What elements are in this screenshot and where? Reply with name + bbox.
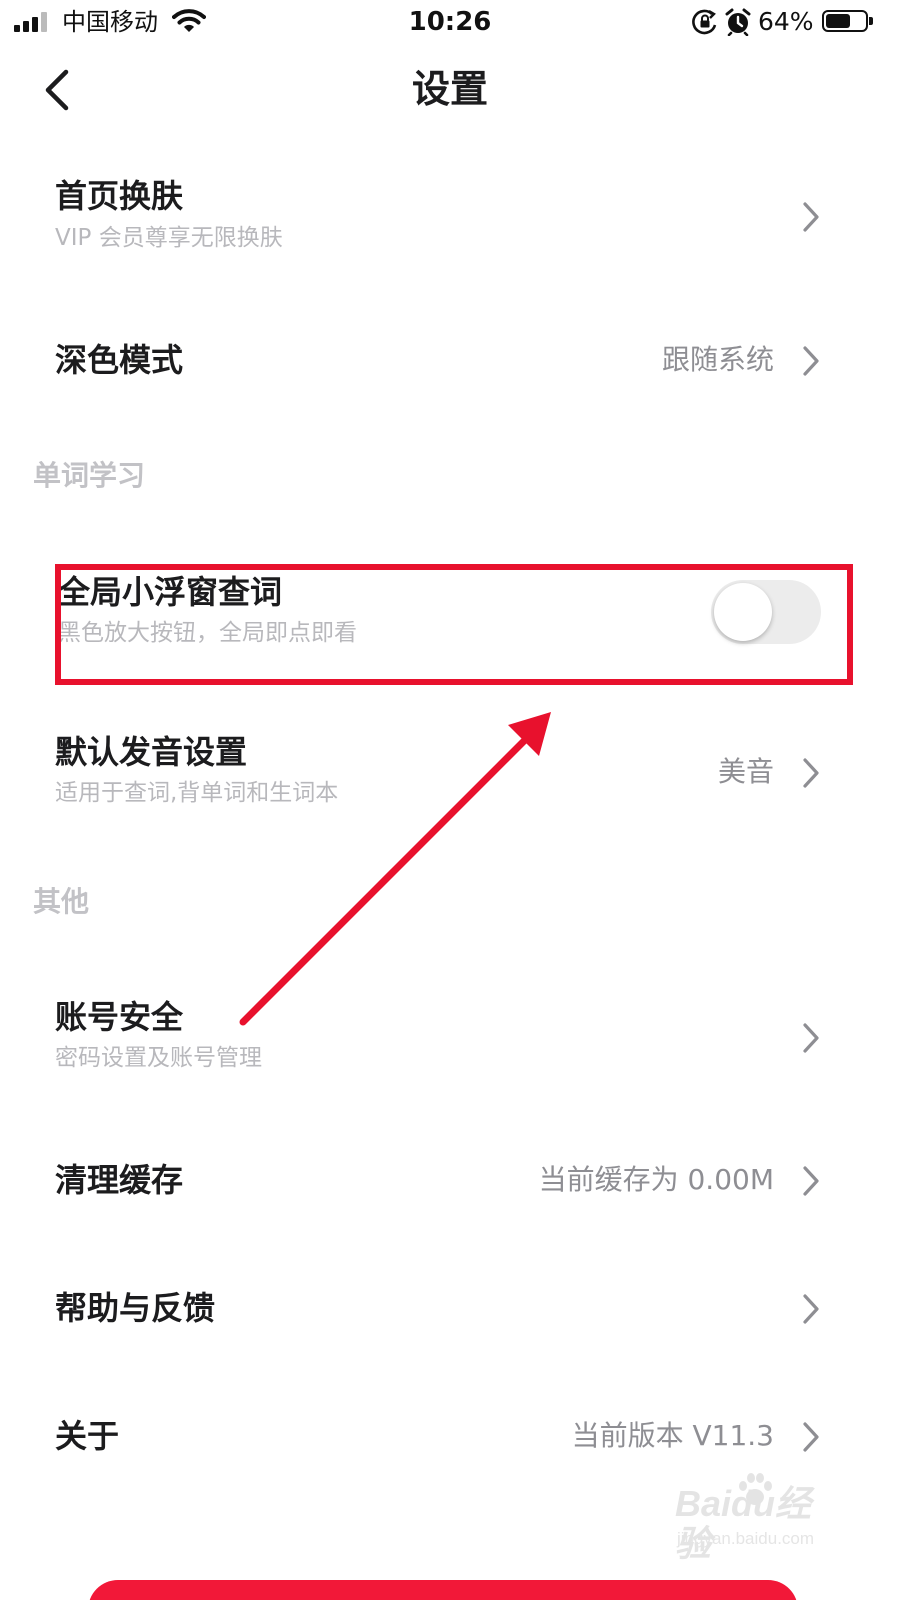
battery-percent: 64% [758, 7, 814, 36]
row-value: 美音 [717, 755, 774, 788]
row-title: 深色模式 [55, 341, 184, 379]
settings-row-dark-mode[interactable]: 深色模式 跟随系统 [0, 320, 900, 404]
battery-icon [822, 10, 873, 32]
status-bar: 中国移动 10:26 64% [0, 0, 900, 46]
section-header-other: 其他 [33, 885, 90, 918]
chevron-right-icon [803, 758, 819, 788]
chevron-right-icon [803, 202, 819, 232]
row-title: 帮助与反馈 [55, 1289, 216, 1327]
row-title: 默认发音设置 [55, 733, 248, 771]
baidu-watermark: Baidu经验 jingyan.baidu.com [675, 1470, 845, 1564]
chevron-right-icon [803, 1023, 819, 1053]
row-subtitle: 密码设置及账号管理 [55, 1045, 262, 1071]
row-value: 当前版本 V11.3 [571, 1419, 774, 1452]
chevron-right-icon [803, 1294, 819, 1324]
navigation-bar: 设置 [0, 50, 900, 130]
row-value: 跟随系统 [661, 343, 774, 376]
settings-row-skin[interactable]: 首页换肤 VIP 会员尊享无限换肤 [0, 160, 900, 270]
watermark-url: jingyan.baidu.com [677, 1529, 815, 1548]
row-value: 当前缓存为 0.00M [538, 1163, 774, 1196]
chevron-right-icon [803, 346, 819, 376]
alarm-icon [725, 8, 751, 36]
section-header-word-study: 单词学习 [33, 459, 146, 492]
chevron-right-icon [803, 1422, 819, 1452]
row-title: 清理缓存 [55, 1161, 184, 1199]
row-title: 首页换肤 [55, 177, 184, 215]
row-subtitle: 适用于查词,背单词和生词本 [55, 780, 339, 806]
battery-level-fill [826, 14, 850, 28]
annotation-highlight-box [55, 564, 853, 685]
chevron-right-icon [803, 1166, 819, 1196]
settings-row-clear-cache[interactable]: 清理缓存 当前缓存为 0.00M [0, 1140, 900, 1224]
row-title: 账号安全 [55, 998, 184, 1036]
bottom-action-button[interactable] [88, 1580, 798, 1600]
settings-row-account[interactable]: 账号安全 密码设置及账号管理 [0, 985, 900, 1095]
settings-row-about[interactable]: 关于 当前版本 V11.3 [0, 1396, 900, 1480]
row-subtitle: VIP 会员尊享无限换肤 [55, 225, 283, 251]
paw-icon [739, 1473, 772, 1505]
settings-row-help[interactable]: 帮助与反馈 [0, 1268, 900, 1352]
settings-row-pronunciation[interactable]: 默认发音设置 适用于查词,背单词和生词本 美音 [0, 720, 900, 830]
rotation-lock-icon [692, 9, 717, 35]
row-title: 关于 [55, 1417, 120, 1455]
page-title: 设置 [411, 67, 488, 111]
